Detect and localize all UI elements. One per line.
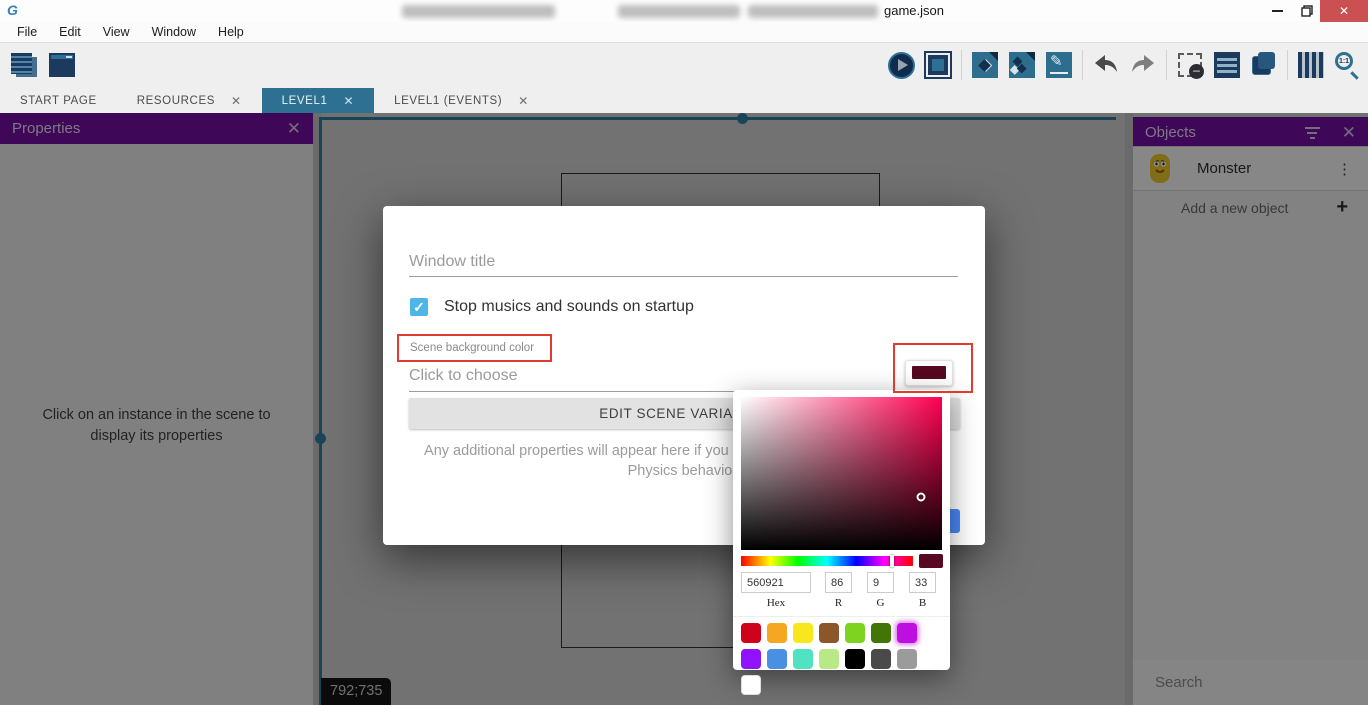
tab-level1[interactable]: LEVEL1✕ xyxy=(262,88,374,113)
layers-icon xyxy=(1251,52,1277,78)
toggle-grid-button[interactable] xyxy=(1297,51,1325,79)
redo-icon xyxy=(1130,54,1156,76)
tab-start-page[interactable]: START PAGE xyxy=(0,88,117,113)
redacted-path-segment xyxy=(618,5,740,18)
green-label: G xyxy=(867,597,894,609)
close-button[interactable]: ✕ xyxy=(1320,0,1368,22)
preset-swatch[interactable] xyxy=(845,623,865,643)
preset-swatch[interactable] xyxy=(819,649,839,669)
tab-close-icon[interactable]: ✕ xyxy=(343,94,354,108)
current-color-preview xyxy=(919,554,943,568)
tab-close-icon[interactable]: ✕ xyxy=(231,94,242,108)
gdevelop-logo-icon: G xyxy=(7,2,18,18)
blue-input[interactable] xyxy=(909,572,936,593)
layers-button[interactable] xyxy=(1250,51,1278,79)
menu-file[interactable]: File xyxy=(6,22,48,43)
green-input[interactable] xyxy=(867,572,894,593)
add-object-icon xyxy=(972,52,998,78)
red-input[interactable] xyxy=(825,572,852,593)
minimize-button[interactable] xyxy=(1262,0,1292,22)
debugger-icon xyxy=(928,55,948,75)
toolbar-divider xyxy=(961,50,962,80)
add-object-button[interactable] xyxy=(971,51,999,79)
title-bar: G game.json ✕ xyxy=(0,0,1368,22)
picker-divider xyxy=(733,616,950,617)
field-underline xyxy=(409,276,958,277)
menu-bar: File Edit View Window Help xyxy=(0,22,1368,43)
hue-cursor[interactable] xyxy=(890,555,894,567)
preset-swatch[interactable] xyxy=(793,649,813,669)
color-picker-popover: Hex R G B xyxy=(733,390,950,670)
stop-sounds-checkbox[interactable]: ✓ xyxy=(410,298,428,316)
annotation-box-scene-background-color xyxy=(397,334,552,362)
preset-swatch-selected[interactable] xyxy=(897,623,917,643)
stop-sounds-label: Stop musics and sounds on startup xyxy=(444,298,694,316)
toolbar-divider xyxy=(1082,50,1083,80)
preset-swatch[interactable] xyxy=(897,649,917,669)
preset-swatch[interactable] xyxy=(741,675,761,695)
minimize-icon xyxy=(1272,10,1283,12)
undo-icon xyxy=(1093,54,1119,76)
mask-icon xyxy=(1178,53,1202,77)
play-icon xyxy=(888,52,915,79)
preset-swatch[interactable] xyxy=(819,623,839,643)
restore-button[interactable] xyxy=(1292,0,1322,22)
tab-close-icon[interactable]: ✕ xyxy=(518,94,529,108)
menu-window[interactable]: Window xyxy=(141,22,207,43)
toolbar-divider xyxy=(1166,50,1167,80)
menu-view[interactable]: View xyxy=(92,22,141,43)
editor-tabs: START PAGE RESOURCES✕ LEVEL1✕ LEVEL1 (EV… xyxy=(0,88,1368,113)
redo-button[interactable] xyxy=(1129,51,1157,79)
saturation-cursor[interactable] xyxy=(917,493,926,502)
preset-swatch[interactable] xyxy=(741,623,761,643)
debug-button[interactable] xyxy=(924,51,952,79)
zoom-original-button[interactable]: 1:1 xyxy=(1334,51,1362,79)
preset-swatch[interactable] xyxy=(845,649,865,669)
preset-swatch[interactable] xyxy=(741,649,761,669)
zoom-1-1-icon: 1:1 xyxy=(1334,51,1362,79)
instances-list-icon xyxy=(1214,52,1240,78)
menu-help[interactable]: Help xyxy=(207,22,255,43)
undo-button[interactable] xyxy=(1092,51,1120,79)
toolbar: ✎ 1:1 xyxy=(0,43,1368,88)
preset-swatch[interactable] xyxy=(871,623,891,643)
hex-input[interactable] xyxy=(741,572,811,593)
window-title-document: game.json xyxy=(884,3,944,18)
start-page-button[interactable] xyxy=(48,51,76,79)
toolbar-divider xyxy=(1287,50,1288,80)
objects-groups-icon xyxy=(1009,52,1035,78)
instances-list-button[interactable] xyxy=(1213,51,1241,79)
edit-scene-button[interactable]: ✎ xyxy=(1045,51,1073,79)
preview-button[interactable] xyxy=(887,51,915,79)
redacted-path-segment xyxy=(748,5,878,18)
window-title-field[interactable]: Window title xyxy=(409,253,495,271)
annotation-box-color-swatch xyxy=(893,343,973,393)
saturation-area[interactable] xyxy=(741,397,942,550)
edit-pencil-icon: ✎ xyxy=(1046,52,1072,78)
close-icon: ✕ xyxy=(1339,4,1349,18)
toggle-mask-button[interactable] xyxy=(1176,51,1204,79)
menu-edit[interactable]: Edit xyxy=(48,22,92,43)
color-field-value[interactable]: Click to choose xyxy=(409,367,518,385)
tab-resources[interactable]: RESOURCES✕ xyxy=(117,88,262,113)
start-page-icon xyxy=(49,53,75,77)
preset-swatch[interactable] xyxy=(793,623,813,643)
tab-level1-events[interactable]: LEVEL1 (EVENTS)✕ xyxy=(374,88,549,113)
hue-slider[interactable] xyxy=(741,556,913,566)
gdevelop-window: G game.json ✕ File Edit View Window Help xyxy=(0,0,1368,705)
restore-icon xyxy=(1301,5,1313,17)
red-label: R xyxy=(825,597,852,609)
project-manager-icon xyxy=(11,53,37,77)
preset-swatch[interactable] xyxy=(871,649,891,669)
project-manager-button[interactable] xyxy=(10,51,38,79)
preset-swatch[interactable] xyxy=(767,649,787,669)
preset-swatch[interactable] xyxy=(767,623,787,643)
blue-label: B xyxy=(909,597,936,609)
hex-label: Hex xyxy=(741,597,811,609)
preset-swatches xyxy=(741,623,946,701)
objects-groups-button[interactable] xyxy=(1008,51,1036,79)
checkmark-icon: ✓ xyxy=(413,299,425,315)
grid-icon xyxy=(1298,52,1324,78)
redacted-path-segment xyxy=(402,5,555,18)
